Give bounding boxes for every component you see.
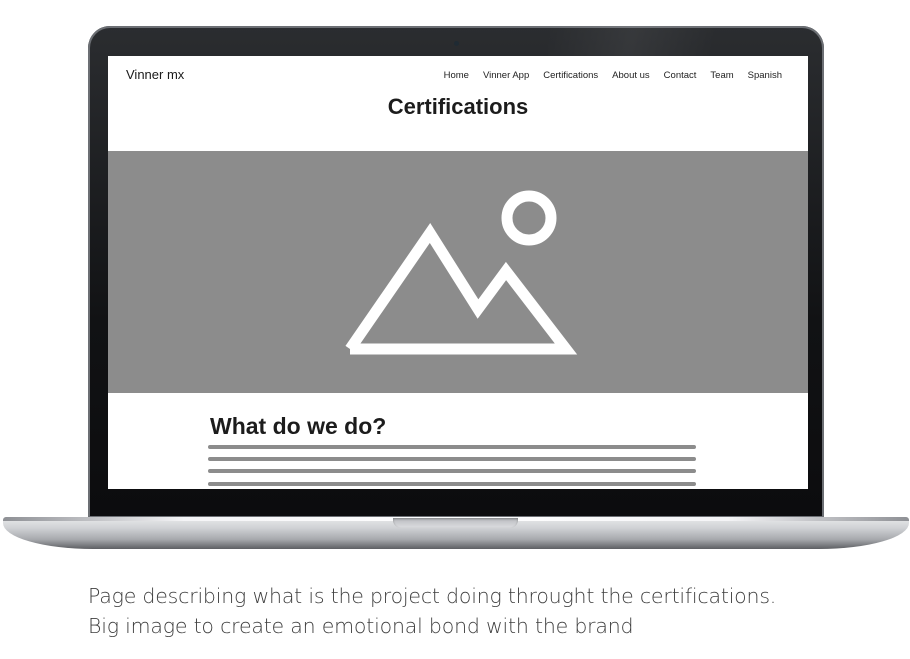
image-placeholder-icon — [345, 190, 578, 355]
camera-icon — [454, 41, 459, 46]
site-navbar: Vinner mx Home Vinner App Certifications… — [108, 56, 808, 92]
section-title: What do we do? — [210, 413, 387, 439]
mockup-caption: Page describing what is the project doin… — [88, 581, 898, 641]
laptop-lid: Vinner mx Home Vinner App Certifications… — [88, 26, 824, 518]
text-placeholder-line — [208, 445, 696, 449]
nav-item-vinner-app[interactable]: Vinner App — [483, 70, 529, 81]
nav-item-team[interactable]: Team — [710, 70, 733, 81]
caption-line-1: Page describing what is the project doin… — [88, 584, 777, 608]
site-logo[interactable]: Vinner mx — [126, 67, 184, 82]
nav-item-contact[interactable]: Contact — [664, 70, 697, 81]
laptop-screen: Vinner mx Home Vinner App Certifications… — [108, 56, 808, 489]
nav-item-certifications[interactable]: Certifications — [543, 70, 598, 81]
nav-item-spanish[interactable]: Spanish — [748, 70, 782, 81]
laptop-opening-notch — [393, 518, 518, 528]
nav-item-about-us[interactable]: About us — [612, 70, 650, 81]
page-title: Certifications — [387, 94, 529, 119]
nav-menu: Home Vinner App Certifications About us … — [444, 70, 782, 81]
caption-line-2: Big image to create an emotional bond wi… — [88, 614, 634, 638]
text-placeholder-line — [208, 457, 696, 461]
text-placeholder-line — [208, 469, 696, 473]
nav-item-home[interactable]: Home — [444, 70, 469, 81]
text-placeholder-line — [208, 482, 696, 486]
hero-image-placeholder — [108, 151, 808, 393]
